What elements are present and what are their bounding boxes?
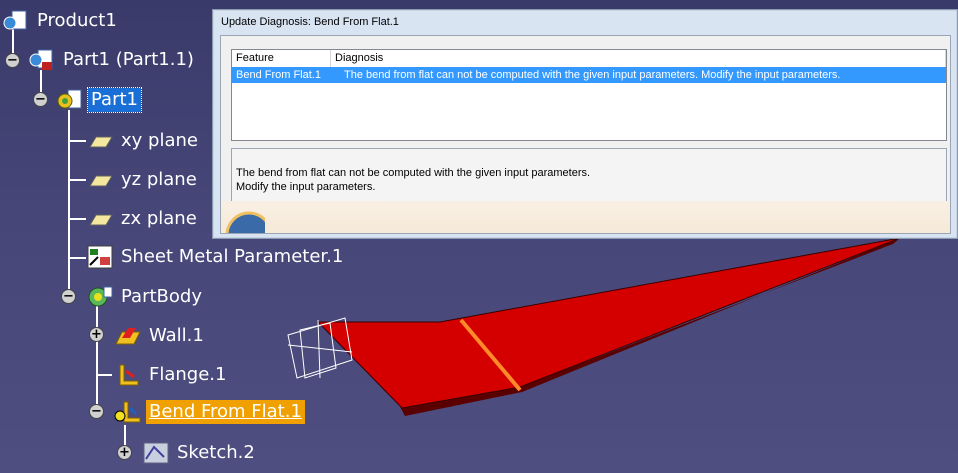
- dialog-body: Feature Diagnosis Bend From Flat.1 The b…: [220, 35, 951, 234]
- table-row[interactable]: Bend From Flat.1 The bend from flat can …: [232, 67, 946, 83]
- expand-toggle[interactable]: +: [89, 327, 104, 342]
- tree-item-xy-plane[interactable]: xy plane: [86, 127, 201, 155]
- tree-item-label: Part1: [87, 87, 142, 113]
- collapse-toggle[interactable]: −: [33, 92, 48, 107]
- tree-item-flange1[interactable]: Flange.1: [114, 361, 229, 389]
- collapse-toggle[interactable]: −: [89, 404, 104, 419]
- tree-item-label: Part1 (Part1.1): [63, 49, 194, 70]
- sheet-metal-parameter-icon: [87, 245, 113, 269]
- tree-connector: [68, 218, 86, 220]
- tree-item-label: zx plane: [121, 208, 197, 229]
- collapse-toggle[interactable]: −: [61, 289, 76, 304]
- tree-item-sketch2[interactable]: Sketch.2: [142, 439, 258, 467]
- globe-icon: [225, 211, 265, 233]
- tree-item-label: Sketch.2: [177, 442, 255, 463]
- tree-item-label: Bend From Flat.1: [146, 400, 305, 424]
- dialog-title: Update Diagnosis: Bend From Flat.1: [221, 16, 399, 28]
- tree-item-bend-from-flat1[interactable]: Bend From Flat.1: [114, 398, 305, 426]
- tree-connector: [68, 140, 86, 142]
- part-icon: [57, 89, 82, 109]
- collapse-toggle[interactable]: −: [5, 53, 20, 68]
- plane-icon: [89, 136, 113, 148]
- expand-toggle[interactable]: +: [117, 445, 132, 460]
- bend-from-flat-icon: [114, 401, 141, 423]
- product-icon: [3, 10, 27, 30]
- tree-item-label: Sheet Metal Parameter.1: [121, 246, 344, 267]
- column-header-diagnosis[interactable]: Diagnosis: [331, 50, 946, 67]
- wall-icon: [115, 328, 141, 345]
- tree-item-part-instance[interactable]: Part1 (Part1.1): [28, 46, 197, 74]
- update-diagnosis-dialog[interactable]: Update Diagnosis: Bend From Flat.1 Featu…: [212, 9, 958, 239]
- tree-item-label: yz plane: [121, 169, 197, 190]
- column-header-feature[interactable]: Feature: [232, 50, 331, 67]
- detail-line: Modify the input parameters.: [236, 181, 376, 193]
- tree-connector: [68, 110, 70, 297]
- list-header: Feature Diagnosis: [232, 50, 946, 68]
- detail-line: The bend from flat can not be computed w…: [236, 167, 591, 179]
- diagnosis-cell: The bend from flat can not be computed w…: [344, 69, 841, 81]
- tree-connector: [68, 179, 86, 181]
- tree-item-product1[interactable]: Product1: [2, 7, 120, 35]
- tree-item-partbody[interactable]: PartBody: [86, 283, 205, 311]
- tree-item-yz-plane[interactable]: yz plane: [86, 166, 200, 194]
- dialog-footer: [221, 201, 950, 233]
- diagnosis-list[interactable]: Feature Diagnosis Bend From Flat.1 The b…: [231, 49, 947, 141]
- tree-item-label: Flange.1: [149, 364, 227, 385]
- plane-icon: [89, 175, 113, 187]
- tree-item-sheet-metal-parameter[interactable]: Sheet Metal Parameter.1: [86, 243, 346, 271]
- feature-cell: Bend From Flat.1: [236, 69, 321, 81]
- tree-item-label: Product1: [37, 10, 117, 31]
- tree-item-label: PartBody: [121, 286, 202, 307]
- tree-connector: [68, 257, 86, 259]
- tree-connector: [96, 305, 98, 411]
- tree-connector: [96, 374, 112, 376]
- sketch-icon: [143, 442, 169, 464]
- partbody-icon: [88, 286, 113, 307]
- tree-item-wall1[interactable]: Wall.1: [114, 322, 207, 350]
- tree-item-zx-plane[interactable]: zx plane: [86, 205, 200, 233]
- diagnosis-detail: The bend from flat can not be computed w…: [231, 148, 947, 204]
- tree-item-part1[interactable]: Part1: [56, 86, 142, 114]
- plane-icon: [89, 214, 113, 226]
- tree-item-label: xy plane: [121, 130, 198, 151]
- part-instance-icon: [29, 49, 53, 70]
- tree-item-label: Wall.1: [149, 325, 204, 346]
- flange-icon: [119, 364, 139, 386]
